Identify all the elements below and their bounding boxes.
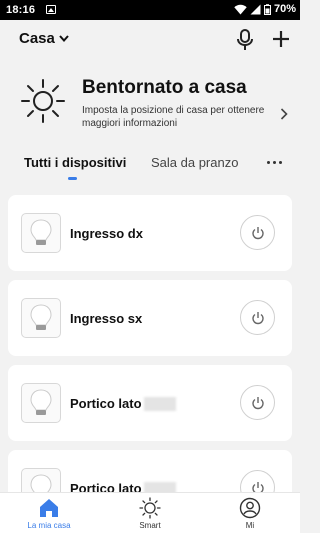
image-notification-icon	[46, 5, 56, 14]
nav-label: Smart	[139, 521, 161, 530]
active-tab-indicator	[68, 177, 77, 180]
power-icon	[251, 396, 264, 409]
device-name: Ingresso dx	[70, 226, 143, 241]
home-name: Casa	[19, 30, 55, 47]
tab-dining-room[interactable]: Sala da pranzo	[151, 155, 238, 170]
nav-smart[interactable]: Smart	[115, 497, 185, 530]
status-time: 18:16	[6, 4, 36, 16]
device-card[interactable]: Ingresso dx	[8, 195, 292, 271]
add-device-icon[interactable]	[270, 28, 292, 50]
chevron-down-icon	[59, 35, 69, 42]
wifi-icon	[234, 4, 247, 14]
tab-all-devices[interactable]: Tutti i dispositivi	[24, 155, 126, 170]
bulb-icon	[21, 213, 61, 253]
signal-icon	[250, 4, 261, 14]
device-name: Ingresso sx	[70, 311, 143, 326]
power-button[interactable]	[240, 300, 275, 335]
device-card[interactable]: Portico lato	[8, 365, 292, 441]
home-selector[interactable]: Casa	[19, 30, 69, 47]
power-button[interactable]	[240, 385, 275, 420]
status-bar: 18:16 70%	[0, 0, 300, 20]
nav-label: Mi	[245, 521, 255, 530]
device-name-text: Portico lato	[70, 396, 142, 411]
chevron-right-icon	[280, 108, 288, 120]
app-header: Casa	[0, 20, 300, 60]
device-name: Portico lato	[70, 396, 176, 411]
welcome-title: Bentornato a casa	[82, 77, 247, 98]
nav-my-home[interactable]: La mia casa	[14, 497, 84, 530]
battery-icon	[263, 3, 271, 15]
sun-icon	[139, 497, 161, 519]
room-tabs: Tutti i dispositivi Sala da pranzo	[0, 148, 300, 184]
sun-icon	[21, 79, 65, 123]
redacted-text	[143, 397, 176, 411]
device-card[interactable]: Ingresso sx	[8, 280, 292, 356]
power-icon	[251, 226, 264, 239]
nav-label: La mia casa	[27, 521, 71, 530]
more-options-icon[interactable]	[267, 157, 287, 167]
battery-percentage: 70%	[273, 3, 296, 15]
bottom-navigation: La mia casa Smart Mi	[0, 492, 300, 533]
welcome-banner[interactable]: Bentornato a casa Imposta la posizione d…	[0, 62, 300, 142]
welcome-subtitle: Imposta la posizione di casa per ottener…	[82, 105, 265, 129]
nav-me[interactable]: Mi	[215, 497, 285, 530]
power-icon	[251, 311, 264, 324]
status-right-group: 70%	[234, 3, 296, 15]
profile-icon	[239, 497, 261, 519]
home-icon	[40, 499, 58, 517]
microphone-icon[interactable]	[236, 29, 254, 51]
power-button[interactable]	[240, 215, 275, 250]
bulb-icon	[21, 383, 61, 423]
bulb-icon	[21, 298, 61, 338]
